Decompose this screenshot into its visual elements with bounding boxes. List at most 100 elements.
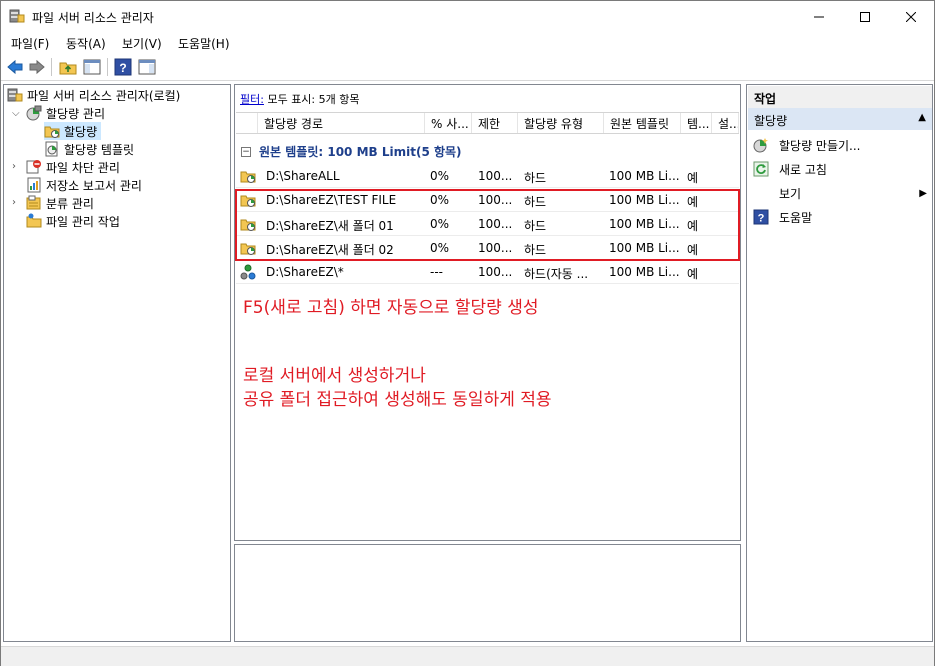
- file-server-icon: [7, 88, 23, 102]
- close-button[interactable]: [888, 1, 934, 32]
- tree-item-storage-reports[interactable]: 저장소 보고서 관리: [26, 176, 142, 194]
- tree-item-quota-management[interactable]: 할당량 관리: [26, 104, 105, 122]
- create-quota-icon: [753, 138, 768, 153]
- app-window: 파일 서버 리소스 관리자 파일(F) 동작(A) 보기(V) 도움말(H) ?…: [0, 0, 935, 666]
- tree-item-file-management-tasks[interactable]: 파일 관리 작업: [26, 212, 120, 230]
- tree-label-file-screening: 파일 차단 관리: [46, 160, 120, 175]
- column-header-quota-type[interactable]: 할당량 유형: [518, 113, 604, 133]
- filter-link[interactable]: 필터:: [240, 93, 264, 106]
- column-header-limit[interactable]: 제한: [472, 113, 518, 133]
- action-create-quota[interactable]: 할당량 만들기...: [753, 135, 861, 155]
- actions-title: 작업: [748, 86, 932, 108]
- cell-path: D:\ShareEZ\*: [266, 265, 344, 279]
- column-header-path[interactable]: 할당량 경로: [258, 113, 425, 133]
- menu-file[interactable]: 파일(F): [11, 35, 49, 52]
- results-pane: 필터: 모두 표시: 5개 항목 할당량 경로 % 사... 제한 할당량 유형…: [234, 84, 741, 541]
- help-icon[interactable]: ?: [114, 58, 132, 76]
- show-hide-tree-icon[interactable]: [83, 58, 101, 76]
- tree-item-quota-templates[interactable]: 할당량 템플릿: [44, 140, 134, 158]
- cell-source-template: 100 MB Li...: [609, 265, 680, 279]
- tree-item-quota[interactable]: 할당량: [44, 122, 102, 140]
- group-header[interactable]: − 원본 템플릿: 100 MB Limit(5 항목): [241, 143, 462, 160]
- action-refresh[interactable]: 새로 고침: [753, 159, 827, 179]
- table-row[interactable]: D:\ShareALL 0% 100... 하드 100 MB Li... 예: [236, 164, 739, 188]
- toolbar-separator: [107, 58, 108, 76]
- svg-text:?: ?: [119, 61, 126, 75]
- group-label: 원본 템플릿: 100 MB Limit(5 항목): [259, 145, 462, 159]
- up-folder-icon[interactable]: [59, 58, 77, 76]
- filter-bar: 필터: 모두 표시: 5개 항목: [236, 86, 360, 110]
- cell-source-template: 100 MB Li...: [609, 169, 680, 183]
- annotation-line-2: 로컬 서버에서 생성하거나: [243, 366, 426, 386]
- file-task-icon: [26, 213, 42, 228]
- column-header-icon[interactable]: [236, 113, 258, 133]
- toolbar: ?: [1, 54, 934, 81]
- show-hide-action-pane-icon[interactable]: [138, 58, 156, 76]
- menu-action[interactable]: 동작(A): [66, 35, 106, 52]
- file-screen-icon: [26, 160, 41, 174]
- list-header: 할당량 경로 % 사... 제한 할당량 유형 원본 템플릿 템... 설...: [236, 112, 739, 134]
- table-row[interactable]: D:\ShareEZ\* --- 100... 하드(자동 ... 100 MB…: [236, 260, 739, 284]
- tree-item-classification[interactable]: 분류 관리: [26, 194, 94, 212]
- console-tree: 파일 서버 리소스 관리자(로컬) ⌵ 할당량 관리 할당량 할당량 템플릿 ›…: [3, 84, 231, 642]
- toolbar-separator: [51, 58, 52, 76]
- tree-label-root: 파일 서버 리소스 관리자(로컬): [27, 88, 181, 103]
- file-server-icon: [9, 9, 25, 23]
- quota-template-icon: [45, 141, 58, 157]
- actions-pane: 작업 할당량 ▲ 할당량 만들기... 새로 고침 보기 ▶ ? 도움말: [746, 84, 933, 642]
- menu-help[interactable]: 도움말(H): [178, 35, 230, 52]
- column-header-percent[interactable]: % 사...: [425, 113, 472, 133]
- column-header-template-match[interactable]: 템...: [681, 113, 712, 133]
- back-arrow-icon[interactable]: [6, 58, 24, 76]
- column-header-source-template[interactable]: 원본 템플릿: [604, 113, 681, 133]
- column-header-description[interactable]: 설...: [712, 113, 739, 133]
- cell-template-match: 예: [687, 267, 699, 281]
- tree-item-file-screening[interactable]: 파일 차단 관리: [26, 158, 120, 176]
- actions-section-quota[interactable]: 할당량 ▲: [748, 108, 932, 130]
- filter-text: 모두 표시: 5개 항목: [267, 93, 360, 106]
- tree-item-root[interactable]: 파일 서버 리소스 관리자(로컬): [7, 86, 180, 104]
- menu-view[interactable]: 보기(V): [122, 35, 162, 52]
- cell-limit: 100...: [478, 265, 513, 279]
- collapse-triangle-icon[interactable]: ▲: [918, 112, 926, 123]
- refresh-icon: [753, 161, 769, 177]
- tree-label-quota-management: 할당량 관리: [46, 106, 106, 121]
- cell-quota-type: 하드: [524, 171, 547, 185]
- maximize-button[interactable]: [842, 1, 888, 32]
- cell-path: D:\ShareALL: [266, 169, 340, 183]
- expand-chevron-icon[interactable]: ›: [12, 198, 22, 208]
- help-icon: ?: [753, 209, 769, 225]
- minimize-button[interactable]: [796, 1, 842, 32]
- group-collapse-icon[interactable]: −: [241, 146, 251, 157]
- tree-label-quota: 할당량: [64, 124, 98, 139]
- highlight-box: [235, 189, 740, 261]
- cell-percent: 0%: [430, 169, 450, 183]
- auto-apply-quota-icon: [240, 264, 256, 280]
- tree-label-quota-templates: 할당량 템플릿: [64, 142, 135, 157]
- quota-folder-icon: [240, 171, 256, 183]
- svg-text:?: ?: [758, 213, 765, 225]
- cell-template-match: 예: [687, 171, 699, 185]
- title-bar: 파일 서버 리소스 관리자: [1, 1, 934, 32]
- tree-label-classification: 분류 관리: [46, 196, 94, 211]
- close-icon: [906, 11, 916, 22]
- expand-chevron-icon[interactable]: ›: [12, 162, 22, 172]
- forward-arrow-icon[interactable]: [28, 58, 46, 76]
- action-label: 도움말: [779, 210, 813, 225]
- submenu-arrow-icon: ▶: [919, 187, 927, 199]
- tree-label-file-management-tasks: 파일 관리 작업: [46, 214, 120, 229]
- action-help[interactable]: ? 도움말: [753, 207, 812, 227]
- collapse-chevron-icon[interactable]: ⌵: [12, 109, 22, 119]
- maximize-icon: [860, 11, 870, 22]
- action-view[interactable]: 보기 ▶: [753, 183, 927, 203]
- cell-limit: 100...: [478, 169, 513, 183]
- quota-folder-icon: [44, 126, 60, 138]
- status-bar: [1, 646, 934, 666]
- storage-report-icon: [27, 177, 41, 193]
- details-pane: [234, 544, 741, 642]
- cell-percent: ---: [430, 265, 443, 279]
- actions-section-label: 할당량: [754, 114, 788, 128]
- minimize-icon: [814, 16, 824, 17]
- action-label: 보기: [779, 186, 802, 201]
- classification-icon: [26, 195, 41, 210]
